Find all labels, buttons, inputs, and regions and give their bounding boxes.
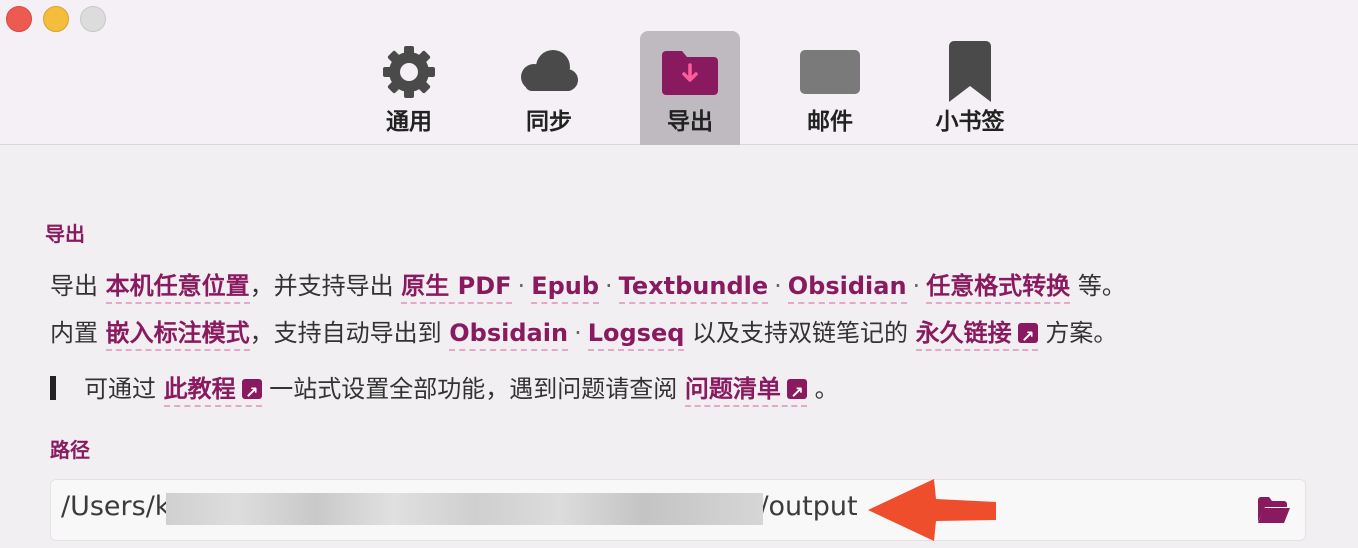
title-bar: 通用 同步 导出 邮件 小书签: [0, 0, 1358, 145]
text: 。: [814, 375, 839, 403]
separator: ·: [774, 272, 782, 300]
redacted-region: [166, 493, 763, 525]
text: 内置: [50, 319, 98, 347]
preferences-toolbar: 通用 同步 导出 邮件 小书签: [0, 31, 1358, 145]
text: ，并支持导出: [249, 272, 394, 300]
open-folder-icon[interactable]: [1257, 496, 1291, 524]
path-start: /Users/k: [61, 491, 171, 522]
zoom-button[interactable]: [80, 6, 106, 32]
export-pane: 导出 导出 本机任意位置，并支持导出 原生 PDF · Epub · Textbundl…: [0, 146, 1358, 548]
tab-label: 邮件: [807, 109, 853, 135]
link-format-any[interactable]: 任意格式转换: [926, 272, 1071, 304]
mail-icon: [780, 31, 880, 109]
link-app-logseq[interactable]: Logseq: [587, 319, 685, 351]
text: 方案。: [1045, 319, 1118, 347]
link-embedded-annotation[interactable]: 嵌入标注模式: [105, 319, 250, 351]
export-path-field[interactable]: /Users/k/output: [50, 479, 1306, 541]
window-controls: [6, 6, 106, 32]
external-link-icon: [1017, 320, 1038, 354]
text: 以及支持双链笔记的: [692, 319, 909, 347]
gear-icon: [359, 31, 459, 109]
link-format-epub[interactable]: Epub: [531, 272, 600, 304]
bookmark-icon: [920, 31, 1020, 109]
link-format-obsidian[interactable]: Obsidian: [787, 272, 907, 304]
tab-sync[interactable]: 同步: [499, 31, 599, 145]
text: 可通过: [84, 375, 156, 403]
tab-label: 同步: [526, 109, 572, 135]
annotation-arrow-icon: [868, 479, 996, 541]
tab-bookmarklet[interactable]: 小书签: [920, 31, 1020, 145]
link-local-location[interactable]: 本机任意位置: [105, 272, 250, 304]
tab-general[interactable]: 通用: [359, 31, 459, 145]
link-app-obsidain[interactable]: Obsidain: [449, 319, 569, 351]
export-note: 可通过 此教程 一站式设置全部功能，遇到问题请查阅 问题清单 。: [50, 372, 839, 410]
link-label: 问题清单: [684, 375, 781, 403]
minimize-button[interactable]: [43, 6, 69, 32]
link-label: 此教程: [163, 375, 236, 403]
cloud-icon: [499, 31, 599, 109]
export-description-line-2: 内置 嵌入标注模式，支持自动导出到 Obsidain · Logseq 以及支持双链…: [50, 316, 1118, 354]
link-permanent-link[interactable]: 永久链接: [915, 319, 1038, 354]
tab-mail[interactable]: 邮件: [780, 31, 880, 145]
text: 等。: [1077, 272, 1126, 300]
link-tutorial[interactable]: 此教程: [163, 375, 262, 410]
link-label: 永久链接: [915, 319, 1012, 347]
tab-label: 小书签: [935, 109, 1005, 135]
quote-bar: [50, 376, 56, 400]
link-format-pdf[interactable]: 原生 PDF: [401, 272, 512, 304]
tab-export[interactable]: 导出: [640, 31, 740, 145]
section-title-path: 路径: [50, 438, 90, 462]
separator: ·: [605, 272, 613, 300]
section-title-export: 导出: [45, 222, 85, 246]
separator: ·: [574, 319, 582, 347]
tab-label: 导出: [667, 109, 713, 135]
external-link-icon: [786, 376, 807, 410]
link-faq[interactable]: 问题清单: [684, 375, 807, 410]
external-link-icon: [241, 376, 262, 410]
separator: ·: [517, 272, 526, 300]
text: 一站式设置全部功能，遇到问题请查阅: [269, 375, 678, 403]
path-end: /output: [759, 491, 858, 522]
separator: ·: [912, 272, 921, 300]
text: ，支持自动导出到: [249, 319, 442, 347]
close-button[interactable]: [6, 6, 32, 32]
folder-download-icon: [640, 31, 740, 109]
link-format-textbundle[interactable]: Textbundle: [618, 272, 769, 304]
tab-label: 通用: [386, 109, 432, 135]
export-description-line-1: 导出 本机任意位置，并支持导出 原生 PDF · Epub · Textbundle · O…: [50, 269, 1126, 304]
text: 导出: [50, 272, 98, 300]
